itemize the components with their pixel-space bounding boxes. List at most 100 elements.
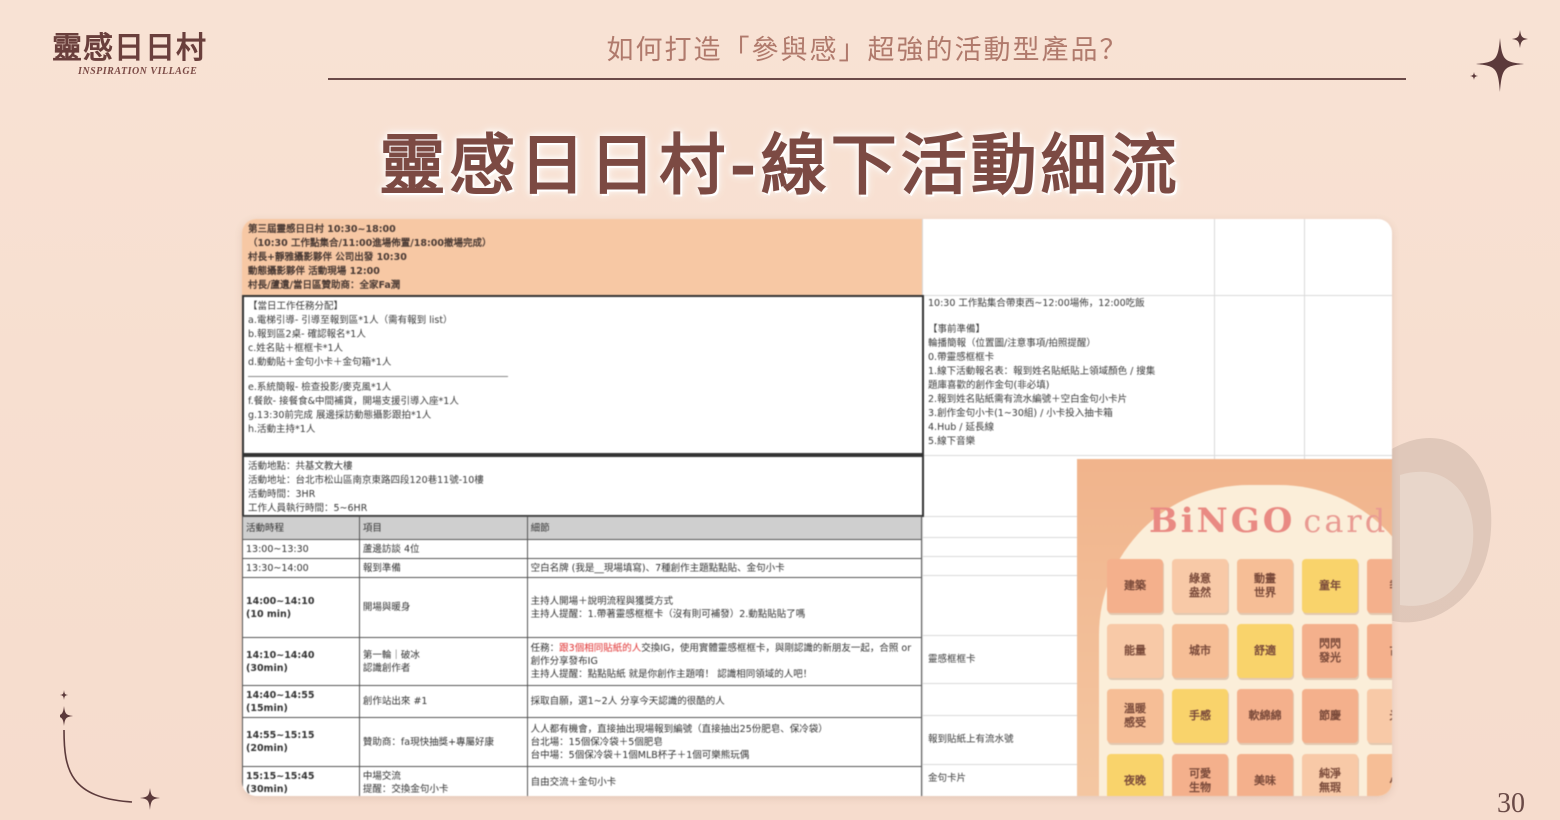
bingo-tile: 城市 — [1172, 624, 1228, 678]
bingo-tile: 舒適 — [1237, 624, 1293, 678]
prep-line: 0.帶靈感框框卡 — [928, 352, 995, 363]
detail-text: 任務： — [530, 643, 560, 654]
task-line: a.電梯引導- 引導至報到區*1人（需有報到 list） — [248, 315, 453, 326]
bingo-tile: 童年 — [1302, 559, 1358, 613]
task-line: d.動動貼＋金句小卡＋金句箱*1人 — [248, 357, 392, 368]
time-cell: 14:55~15:15 (20min) — [242, 717, 360, 767]
venue-line: 活動地點：共基文教大樓 — [248, 461, 353, 472]
bingo-tile: 美味 — [1237, 754, 1293, 796]
item-cell: 中場交流 提醒：交換金句小卡 — [358, 766, 528, 796]
right-note: 10:30 工作點集合帶東西~12:00場佈，12:00吃飯 — [928, 298, 1145, 309]
detail-cell: 主持人開場＋說明流程與獲獎方式 主持人提醒：1.帶著靈感框框卡（沒有則可補發）2… — [526, 577, 923, 638]
sheet-header-line: 村長/蘆遺/當日區贊助商：全家Fa潤 — [248, 280, 401, 291]
bingo-tile: 閃閃 發光 — [1302, 624, 1358, 678]
prep-line: 4.Hub / 延長線 — [928, 422, 994, 433]
bingo-card-image: BiNGOcard 建築綠意 盎然動畫 世界童年季能量城市舒適閃閃 發光古溫暖 … — [1077, 459, 1392, 796]
venue-box: 活動地點：共基文教大樓 活動地址：台北市松山區南京東路四段120巷11號-10樓… — [242, 455, 924, 517]
decorative-fan-shape — [1390, 437, 1492, 623]
schedule-table: 活動時程 項目 細節 13:00~13:30 蘆邊訪談 4位 13:30~14:… — [242, 516, 923, 796]
logo-text: 靈感日日村 — [52, 31, 207, 66]
task-line: c.姓名貼＋框框卡*1人 — [248, 343, 344, 354]
bingo-tile: 季 — [1367, 559, 1392, 613]
prep-list: 【事前準備】 輪播簡報（位置圖/注意事項/拍照提醒） 0.帶靈感框框卡 1.線下… — [928, 323, 1155, 449]
item-cell: 報到準備 — [358, 558, 528, 578]
sheet-header-block: 第三屆靈感日日村 10:30~18:00 （10:30 工作點集合/11:00進… — [242, 219, 922, 295]
highlight-text: 跟3個相同貼紙的人 — [559, 643, 642, 654]
time-cell: 14:40~14:55 (15min) — [242, 685, 360, 718]
item-cell: 開場與暖身 — [358, 577, 528, 638]
detail-cell — [526, 539, 923, 559]
table-row: 14:00~14:10 (10 min) 開場與暖身 主持人開場＋說明流程與獲獎… — [242, 577, 923, 638]
bingo-tile: 能量 — [1107, 624, 1163, 678]
prep-line: 2.報到姓名貼紙需有流水編號＋空白金句小卡片 — [928, 394, 1128, 405]
column-header: 細節 — [526, 516, 923, 540]
table-row: 15:15~15:45 (30min) 中場交流 提醒：交換金句小卡 自由交流＋… — [242, 766, 923, 796]
right-note: 報到貼紙上有流水號 — [928, 734, 1014, 745]
sheet-header-line: 動態攝影夥伴 活動現場 12:00 — [248, 266, 380, 277]
venue-line: 工作人員執行時間：5~6HR — [248, 503, 368, 514]
prep-line: 題庫喜歡的創作金句(非必填) — [928, 380, 1050, 391]
venue-line: 活動地址：台北市松山區南京東路四段120巷11號-10樓 — [248, 475, 484, 486]
table-row: 14:10~14:40 (30min) 第一輪｜破冰 認識創作者 任務：跟3個相… — [242, 637, 923, 686]
column-header: 活動時程 — [242, 516, 360, 540]
bingo-tile: 節慶 — [1302, 689, 1358, 743]
bingo-card-word: card — [1303, 502, 1389, 540]
bingo-tile: 古 — [1367, 624, 1392, 678]
bingo-title: BiNGO card — [1149, 501, 1388, 541]
bingo-tile: 建築 — [1107, 559, 1163, 613]
bingo-tile: 動畫 世界 — [1237, 559, 1293, 613]
prep-line: 【事前準備】 — [928, 324, 986, 335]
item-cell: 第一輪｜破冰 認識創作者 — [358, 637, 528, 686]
task-line: h.活動主持*1人 — [248, 424, 316, 435]
bingo-tile: 夜晚 — [1107, 754, 1163, 796]
item-cell: 蘆邊訪談 4位 — [358, 539, 528, 559]
decorative-sparkle-line — [60, 690, 160, 810]
table-row: 14:55~15:15 (20min) 贊助商：fa現快抽獎+專屬好康 人人都有… — [242, 717, 923, 767]
prep-line: 輪播簡報（位置圖/注意事項/拍照提醒） — [928, 338, 1096, 349]
task-line: 【當日工作任務分配】 — [248, 301, 344, 312]
tasks-box: 【當日工作任務分配】 a.電梯引導- 引導至報到區*1人（需有報到 list） … — [242, 295, 924, 455]
sheet-header-line: 村長+靜雅攝影夥伴 公司出發 10:30 — [248, 252, 407, 263]
logo: 靈感日日村 INSPIRATION VILLAGE — [52, 32, 222, 87]
time-cell: 14:10~14:40 (30min) — [242, 637, 360, 686]
detail-cell: 空白名牌 (我是__現場填寫)、7種創作主題點點貼、金句小卡 — [526, 558, 923, 578]
bingo-tile: 純淨 無瑕 — [1302, 754, 1358, 796]
sheet-header-line: （10:30 工作點集合/11:00進場佈置/18:00撤場完成） — [248, 238, 492, 249]
table-row: 14:40~14:55 (15min) 創作站出來 #1 採取自願，選1~2人 … — [242, 685, 923, 718]
spreadsheet-screenshot: 第三屆靈感日日村 10:30~18:00 （10:30 工作點集合/11:00進… — [242, 219, 1392, 796]
task-line: g.13:30前完成 展邊採訪動態攝影跟拍*1人 — [248, 410, 432, 421]
task-line: f.餐飲- 接餐食&中間補貨，開場支援引導入座*1人 — [248, 396, 459, 407]
item-cell: 創作站出來 #1 — [358, 685, 528, 718]
table-row: 13:30~14:00 報到準備 空白名牌 (我是__現場填寫)、7種創作主題點… — [242, 558, 923, 578]
header-divider — [328, 78, 1406, 80]
prep-line: 5.線下音樂 — [928, 436, 976, 447]
detail-cell: 人人都有機會，直接抽出現場報到編號（直接抽出25份肥皂、保冷袋） 台北場：15個… — [526, 717, 923, 767]
slide-subtitle: 如何打造「參與感」超強的活動型產品？ — [606, 35, 1129, 66]
column-header: 項目 — [358, 516, 528, 540]
prep-line: 1.線下活動報名表：報到姓名貼紙貼上領域顏色 / 搜集 — [928, 366, 1156, 377]
bingo-word: BiNGO — [1149, 501, 1296, 541]
task-line: b.報到區2桌- 確認報名*1人 — [248, 329, 366, 340]
divider — [248, 376, 508, 377]
grid-line — [922, 295, 1392, 296]
bingo-tile: 軟綿綿 — [1237, 689, 1293, 743]
bingo-tile: 手感 — [1172, 689, 1228, 743]
prep-line: 3.創作金句小卡(1~30組) / 小卡投入抽卡箱 — [928, 408, 1113, 419]
time-cell: 13:00~13:30 — [242, 539, 360, 559]
table-header-row: 活動時程 項目 細節 — [242, 516, 923, 540]
bingo-tile: 光 — [1367, 689, 1392, 743]
bingo-tile: 綠意 盎然 — [1172, 559, 1228, 613]
item-cell: 贊助商：fa現快抽獎+專屬好康 — [358, 717, 528, 767]
grid-line — [922, 455, 1392, 456]
detail-cell: 採取自願，選1~2人 分享今天認識的很酷的人 — [526, 685, 923, 718]
right-note: 靈感框框卡 — [928, 654, 976, 665]
bingo-tile: 溫暖 感受 — [1107, 689, 1163, 743]
venue-line: 活動時間：3HR — [248, 489, 316, 500]
task-line: e.系統簡報- 檢查投影/麥克風*1人 — [248, 382, 392, 393]
page-title: 靈感日日村-線下活動細流 — [379, 126, 1181, 204]
sheet-header-line: 第三屆靈感日日村 10:30~18:00 — [248, 224, 396, 235]
logo-subtext: INSPIRATION VILLAGE — [78, 66, 198, 77]
time-cell: 14:00~14:10 (10 min) — [242, 577, 360, 638]
time-cell: 13:30~14:00 — [242, 558, 360, 578]
sparkle-icon — [1470, 30, 1528, 92]
